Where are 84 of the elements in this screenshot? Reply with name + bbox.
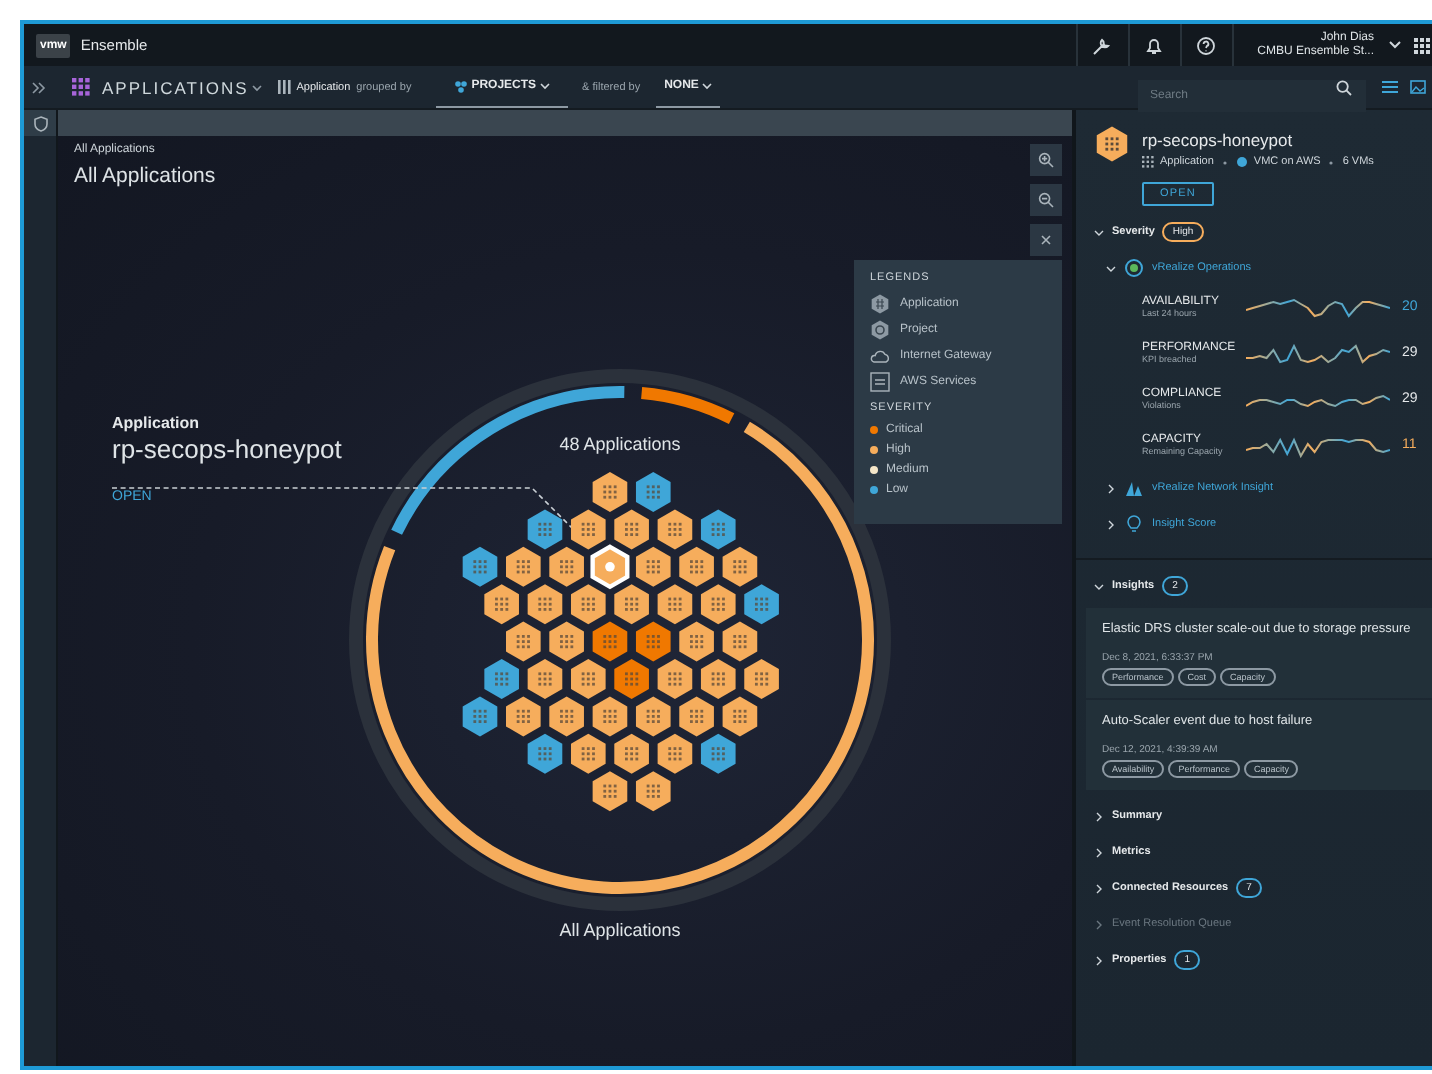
expand-icon[interactable] bbox=[32, 81, 46, 93]
chevron-down-icon[interactable] bbox=[1106, 263, 1116, 273]
application-hex[interactable] bbox=[744, 659, 779, 699]
shield-icon bbox=[33, 115, 47, 131]
app-grid-icon[interactable] bbox=[1414, 37, 1430, 53]
application-hex[interactable] bbox=[462, 696, 498, 737]
application-hex[interactable] bbox=[635, 771, 671, 812]
application-hex[interactable] bbox=[679, 546, 714, 587]
application-hex[interactable] bbox=[722, 546, 758, 587]
application-hex[interactable] bbox=[484, 584, 519, 625]
application-hex[interactable] bbox=[462, 546, 498, 587]
grid-icon bbox=[1142, 156, 1154, 168]
application-hex[interactable] bbox=[527, 733, 563, 774]
app-grid-icon bbox=[72, 78, 90, 96]
lightbulb-icon bbox=[1124, 514, 1144, 534]
application-hex[interactable] bbox=[614, 584, 649, 625]
caret-icon bbox=[702, 82, 713, 90]
chevron-down-icon[interactable] bbox=[1388, 40, 1402, 50]
application-hex[interactable] bbox=[635, 472, 671, 512]
selection-type: Application bbox=[112, 414, 202, 432]
application-hex[interactable] bbox=[592, 771, 628, 812]
application-hex[interactable] bbox=[657, 659, 693, 699]
application-hex[interactable] bbox=[679, 696, 714, 737]
application-hex[interactable] bbox=[506, 546, 541, 587]
application-hex[interactable] bbox=[614, 733, 649, 774]
close-button[interactable] bbox=[1030, 224, 1062, 256]
application-hex[interactable] bbox=[549, 621, 584, 662]
application-hex[interactable] bbox=[657, 733, 693, 774]
application-hex[interactable] bbox=[657, 584, 693, 625]
hexagon-icon bbox=[870, 319, 890, 339]
zoom-out-button[interactable] bbox=[1030, 184, 1062, 216]
application-hex[interactable] bbox=[571, 584, 606, 625]
section-dropdown[interactable]: APPLICATIONS bbox=[102, 77, 263, 97]
application-hex[interactable] bbox=[571, 659, 606, 699]
application-hex[interactable] bbox=[722, 696, 758, 737]
caret-icon bbox=[540, 82, 551, 90]
application-hex[interactable] bbox=[635, 546, 671, 587]
application-hex[interactable] bbox=[722, 621, 758, 662]
application-hex[interactable] bbox=[592, 696, 628, 737]
application-hex[interactable] bbox=[700, 659, 736, 699]
application-hex-icon bbox=[1094, 126, 1130, 162]
selection-name: rp-secops-honeypot bbox=[112, 434, 342, 464]
application-hex[interactable] bbox=[700, 584, 736, 625]
application-hex[interactable] bbox=[571, 733, 606, 774]
application-hex[interactable] bbox=[657, 509, 693, 550]
zoom-in-icon bbox=[1038, 152, 1054, 168]
application-hex[interactable] bbox=[484, 659, 519, 699]
image-view-icon[interactable] bbox=[1410, 80, 1426, 94]
zoom-out-icon bbox=[1038, 192, 1054, 208]
application-hex[interactable] bbox=[700, 733, 736, 774]
application-hex[interactable] bbox=[527, 659, 563, 699]
search-icon[interactable] bbox=[1336, 79, 1352, 95]
application-hex[interactable] bbox=[549, 696, 584, 737]
list-view-icon[interactable] bbox=[1382, 80, 1398, 94]
application-hex[interactable] bbox=[614, 509, 649, 550]
application-hex[interactable] bbox=[592, 472, 628, 512]
hexagon-icon bbox=[870, 293, 890, 313]
network-icon bbox=[1124, 478, 1144, 498]
application-hex[interactable] bbox=[506, 621, 541, 662]
gauge-icon bbox=[1124, 258, 1144, 278]
server-box-icon bbox=[870, 371, 890, 391]
application-hex[interactable] bbox=[527, 584, 563, 625]
application-hex[interactable] bbox=[527, 509, 563, 550]
application-hex[interactable] bbox=[700, 509, 736, 550]
application-hex[interactable] bbox=[679, 621, 714, 662]
application-hex[interactable] bbox=[549, 546, 584, 587]
chevron-down-icon[interactable] bbox=[1094, 227, 1104, 237]
separator-dot bbox=[1221, 159, 1228, 165]
application-hex[interactable] bbox=[506, 696, 541, 737]
canvas-title: All Applications bbox=[74, 164, 216, 188]
application-name: rp-secops-honeypot bbox=[1142, 130, 1295, 150]
application-hex[interactable] bbox=[635, 696, 671, 737]
group-label: All Applications bbox=[557, 920, 683, 940]
application-count: 48 Applications bbox=[557, 434, 683, 454]
close-icon bbox=[1040, 234, 1052, 246]
application-hex[interactable] bbox=[571, 509, 606, 550]
application-hex[interactable] bbox=[590, 544, 630, 590]
zoom-in-button[interactable] bbox=[1030, 144, 1062, 176]
separator-dot bbox=[1328, 159, 1335, 165]
caret-icon bbox=[252, 83, 263, 91]
chevron-down-icon[interactable] bbox=[1094, 581, 1104, 591]
grid-icon bbox=[278, 80, 293, 94]
cluster-icon bbox=[453, 79, 468, 93]
application-hex[interactable] bbox=[744, 584, 779, 625]
